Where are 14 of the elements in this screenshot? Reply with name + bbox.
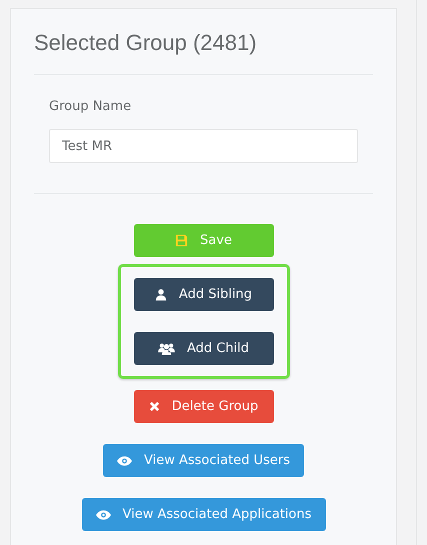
field-label: Group Name — [49, 99, 132, 114]
save-button[interactable]: Save — [134, 224, 274, 257]
group-name-field[interactable]: Test MR — [49, 129, 358, 163]
view-button[interactable]: View Associated Applications — [82, 498, 326, 531]
user-icon — [154, 288, 167, 301]
eye-icon — [117, 456, 132, 466]
close-icon — [148, 401, 160, 412]
add-sibling-button[interactable]: Add Sibling — [134, 278, 274, 311]
eye-icon — [96, 510, 110, 520]
add-child-button[interactable]: Add Child — [134, 332, 274, 365]
delete-button[interactable]: Delete Group — [134, 390, 274, 423]
panel-title: Selected Group (2481) — [34, 29, 258, 57]
users-icon — [158, 342, 175, 355]
view-button[interactable]: View Associated Users — [103, 444, 304, 477]
